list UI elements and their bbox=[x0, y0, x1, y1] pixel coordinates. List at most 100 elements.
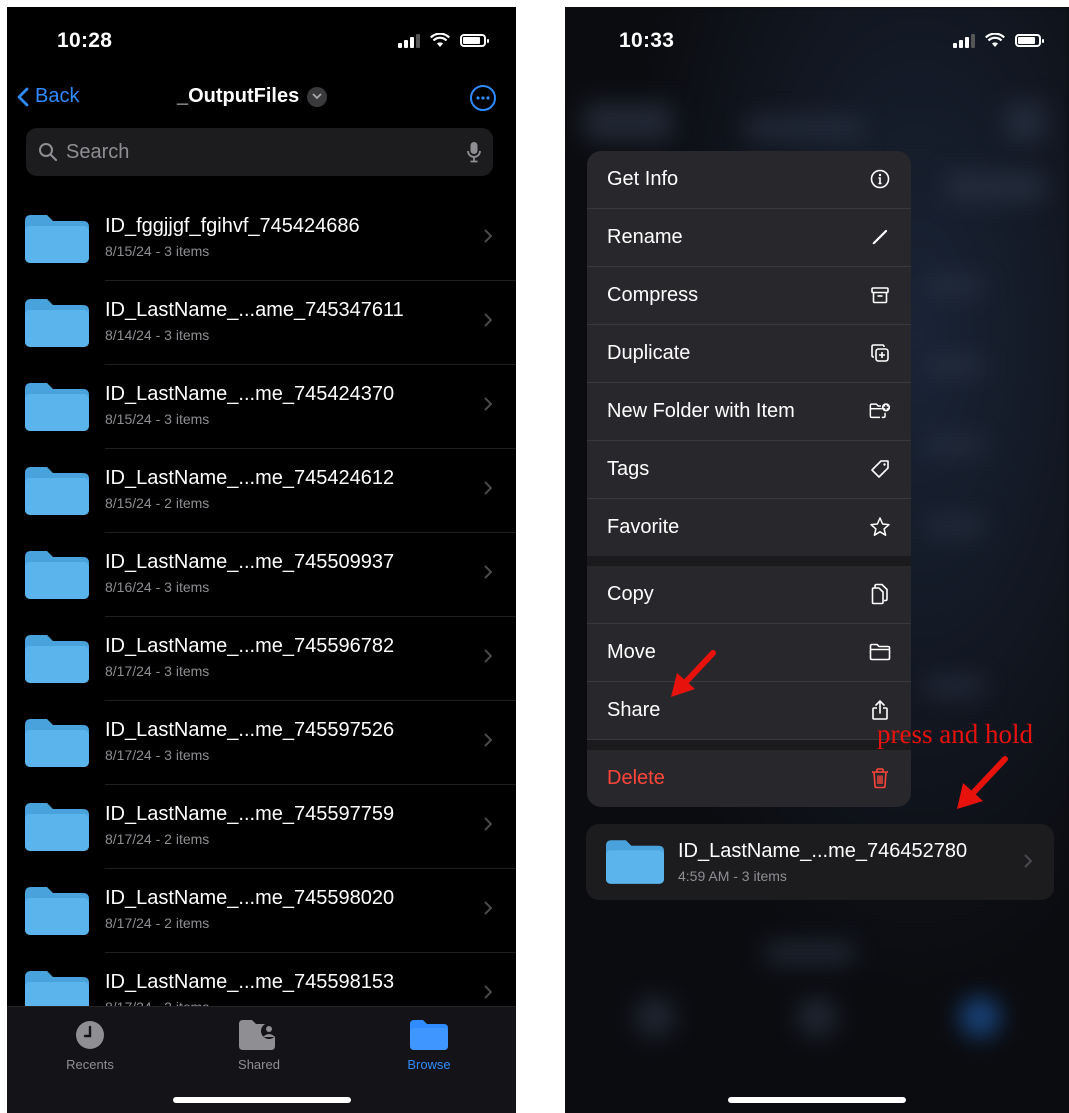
file-meta: 8/17/24 - 2 items bbox=[105, 915, 210, 931]
list-item[interactable]: ID_LastName_...me_745596782 8/17/24 - 3 … bbox=[7, 617, 516, 701]
blurred-shape bbox=[945, 172, 1045, 202]
chevron-right-icon bbox=[484, 397, 492, 411]
menu-item-tags[interactable]: Tags bbox=[587, 441, 911, 499]
tab-shared[interactable]: Shared bbox=[199, 1019, 319, 1072]
folder-title-button[interactable]: _OutputFiles bbox=[177, 85, 328, 108]
chevron-right-icon bbox=[484, 733, 492, 747]
menu-item-get-info[interactable]: Get Info bbox=[587, 151, 911, 209]
ellipsis-icon bbox=[476, 96, 490, 100]
microphone-icon[interactable] bbox=[467, 141, 481, 163]
tab-label: Shared bbox=[238, 1057, 280, 1072]
star-icon bbox=[869, 516, 891, 538]
shared-folder-icon bbox=[239, 1020, 277, 1050]
list-item[interactable]: ID_LastName_...me_745509937 8/16/24 - 3 … bbox=[7, 533, 516, 617]
annotation-arrow bbox=[957, 756, 1008, 809]
folder-icon bbox=[25, 299, 89, 347]
chevron-right-icon bbox=[484, 313, 492, 327]
list-item[interactable]: ID_LastName_...me_745597759 8/17/24 - 2 … bbox=[7, 785, 516, 869]
folder-icon bbox=[25, 719, 89, 767]
menu-item-rename[interactable]: Rename bbox=[587, 209, 911, 267]
selected-file-row[interactable]: ID_LastName_...me_746452780 4:59 AM - 3 … bbox=[586, 824, 1054, 900]
blurred-shape bbox=[925, 437, 985, 455]
list-item[interactable]: ID_LastName_...me_745598020 8/17/24 - 2 … bbox=[7, 869, 516, 953]
file-name: ID_LastName_...me_746452780 bbox=[678, 840, 968, 862]
trash-icon bbox=[869, 767, 891, 789]
blurred-shape bbox=[960, 997, 1000, 1037]
search-input[interactable]: Search bbox=[26, 128, 493, 176]
battery-icon bbox=[460, 34, 489, 47]
duplicate-icon bbox=[869, 342, 891, 364]
list-item[interactable]: ID_LastName_...ame_745347611 8/14/24 - 3… bbox=[7, 281, 516, 365]
file-name: ID_LastName_...me_745424370 bbox=[105, 383, 395, 405]
pencil-icon bbox=[869, 226, 891, 248]
files-app-browse-screen: 10:28 Back _OutputFiles Search ID_fggjjg… bbox=[7, 7, 516, 1113]
menu-item-label: Rename bbox=[607, 226, 683, 248]
page-title: _OutputFiles bbox=[177, 85, 300, 107]
menu-item-new-folder-with-item[interactable]: New Folder with Item bbox=[587, 383, 911, 441]
tab-label: Recents bbox=[66, 1057, 114, 1072]
chevron-right-icon bbox=[484, 817, 492, 831]
tab-recents[interactable]: Recents bbox=[30, 1019, 150, 1072]
blurred-shape bbox=[925, 277, 985, 295]
blurred-shape bbox=[925, 357, 985, 375]
back-button[interactable]: Back bbox=[17, 85, 79, 108]
file-name: ID_LastName_...me_745598020 bbox=[105, 887, 395, 909]
file-name: ID_LastName_...me_745509937 bbox=[105, 551, 395, 573]
menu-item-label: Delete bbox=[607, 767, 665, 789]
chevron-down-icon bbox=[307, 86, 328, 107]
menu-item-compress[interactable]: Compress bbox=[587, 267, 911, 325]
menu-item-copy[interactable]: Copy bbox=[587, 566, 911, 624]
status-time: 10:28 bbox=[57, 29, 113, 52]
chevron-right-icon bbox=[484, 985, 492, 999]
menu-item-label: Copy bbox=[607, 583, 654, 605]
menu-item-share[interactable]: Share bbox=[587, 682, 911, 740]
tab-bar: Recents Shared Browse bbox=[7, 1006, 516, 1113]
list-item[interactable]: ID_fggjjgf_fgihvf_745424686 8/15/24 - 3 … bbox=[7, 197, 516, 281]
file-name: ID_LastName_...me_745424612 bbox=[105, 467, 395, 489]
file-meta: 8/17/24 - 3 items bbox=[105, 663, 210, 679]
menu-item-move[interactable]: Move bbox=[587, 624, 911, 682]
file-name: ID_LastName_...me_745597526 bbox=[105, 719, 395, 741]
wifi-icon bbox=[430, 33, 450, 47]
search-placeholder: Search bbox=[66, 140, 130, 163]
list-item[interactable]: ID_LastName_...me_745424612 8/15/24 - 2 … bbox=[7, 449, 516, 533]
chevron-left-icon bbox=[17, 87, 29, 106]
share-icon bbox=[869, 699, 891, 721]
file-meta: 8/15/24 - 2 items bbox=[105, 495, 210, 511]
home-indicator[interactable] bbox=[728, 1097, 906, 1103]
folder-icon bbox=[869, 641, 891, 663]
blurred-shape bbox=[635, 997, 675, 1037]
annotation-arrow bbox=[671, 650, 716, 697]
list-item[interactable]: ID_LastName_...me_745597526 8/17/24 - 3 … bbox=[7, 701, 516, 785]
blurred-shape bbox=[765, 942, 855, 964]
chevron-right-icon bbox=[484, 565, 492, 579]
blurred-shape bbox=[797, 997, 837, 1037]
tag-icon bbox=[869, 458, 891, 480]
menu-item-delete[interactable]: Delete bbox=[587, 750, 911, 807]
status-time: 10:33 bbox=[619, 29, 675, 52]
status-icons bbox=[398, 33, 489, 48]
tab-browse[interactable]: Browse bbox=[369, 1019, 489, 1072]
menu-item-label: Get Info bbox=[607, 168, 679, 190]
blurred-shape bbox=[925, 517, 985, 535]
file-meta: 4:59 AM - 3 items bbox=[678, 868, 787, 884]
folder-icon bbox=[25, 383, 89, 431]
home-indicator[interactable] bbox=[172, 1097, 351, 1103]
file-name: ID_LastName_...me_745597759 bbox=[105, 803, 395, 825]
file-meta: 8/17/24 - 3 items bbox=[105, 747, 210, 763]
more-options-button[interactable] bbox=[470, 85, 496, 111]
clock-icon bbox=[76, 1021, 104, 1049]
folder-plus-icon bbox=[869, 400, 891, 422]
folder-icon bbox=[25, 803, 89, 851]
chevron-right-icon bbox=[484, 901, 492, 915]
chevron-right-icon bbox=[484, 649, 492, 663]
menu-item-duplicate[interactable]: Duplicate bbox=[587, 325, 911, 383]
folder-icon bbox=[25, 551, 89, 599]
menu-separator bbox=[587, 740, 911, 750]
file-name: ID_LastName_...me_745596782 bbox=[105, 635, 395, 657]
menu-item-favorite[interactable]: Favorite bbox=[587, 499, 911, 556]
folder-icon bbox=[410, 1020, 448, 1050]
file-name: ID_LastName_...me_745598153 bbox=[105, 971, 395, 993]
file-meta: 8/14/24 - 3 items bbox=[105, 327, 210, 343]
list-item[interactable]: ID_LastName_...me_745424370 8/15/24 - 3 … bbox=[7, 365, 516, 449]
